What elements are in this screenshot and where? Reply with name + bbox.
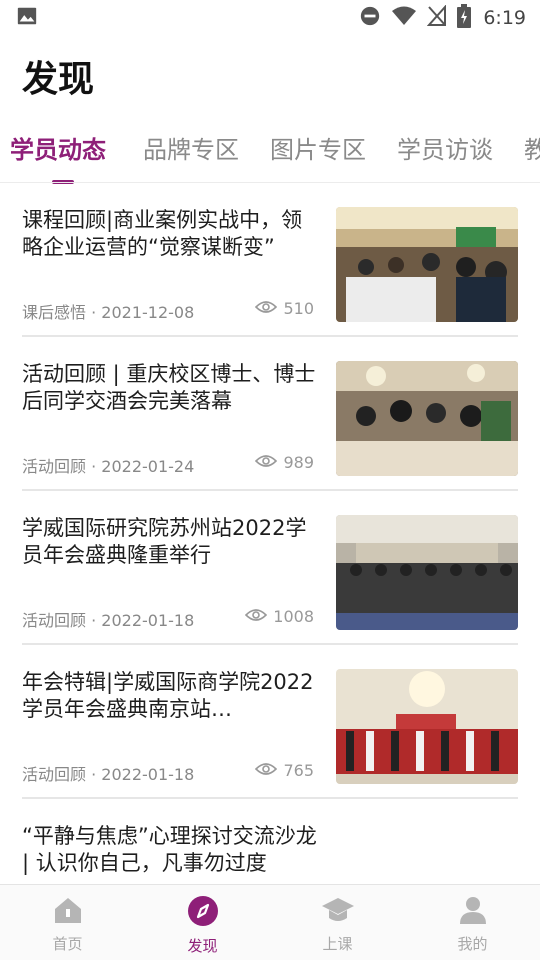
compass-icon — [187, 895, 219, 931]
view-count: 1008 — [273, 607, 314, 626]
article-title: “平静与焦虑”心理探讨交流沙龙 | 认识你自己，凡事勿过度 — [22, 824, 317, 875]
nav-home[interactable]: 首页 — [0, 885, 135, 961]
article-category: 活动回顾 — [22, 457, 87, 476]
eye-icon — [255, 299, 278, 318]
article-thumbnail[interactable] — [336, 515, 518, 630]
graduation-cap-icon — [321, 895, 355, 929]
article-meta: 课后感悟 · 2021-12-08 — [22, 303, 195, 322]
article-thumbnail[interactable] — [336, 669, 518, 784]
article-category: 活动回顾 — [22, 765, 87, 784]
nav-classes[interactable]: 上课 — [270, 885, 405, 961]
battery-charging-icon — [457, 4, 472, 32]
article-meta: 活动回顾 · 2022-01-24 — [22, 457, 195, 476]
category-tabs: 学员动态 品牌专区 图片专区 学员访谈 教 — [0, 122, 540, 182]
article-views: 765 — [255, 761, 314, 780]
article-card[interactable]: 学威国际研究院苏州站2022学员年会盛典隆重举行 活动回顾 · 2022-01-… — [22, 491, 518, 645]
article-meta: 活动回顾 · 2022-01-18 — [22, 611, 195, 630]
page-title: 发现 — [22, 59, 95, 100]
tab-photo-zone[interactable]: 图片专区 — [270, 130, 366, 165]
tab-student-news[interactable]: 学员动态 — [10, 130, 106, 165]
tab-brand-zone[interactable]: 品牌专区 — [143, 130, 239, 165]
status-time: 6:19 — [483, 7, 526, 29]
nav-label: 我的 — [457, 935, 488, 953]
no-signal-icon — [427, 4, 447, 31]
article-date: 2022-01-18 — [101, 611, 195, 630]
home-icon — [53, 895, 83, 929]
wifi-icon — [391, 5, 417, 31]
bottom-navigation: 首页 发现 上课 我的 — [0, 884, 540, 960]
view-count: 510 — [283, 299, 314, 318]
article-date: 2022-01-24 — [101, 457, 195, 476]
nav-discover[interactable]: 发现 — [135, 885, 270, 961]
article-card[interactable]: 课程回顾|商业案例实战中，领略企业运营的“觉察谋断变” 课后感悟 · 2021-… — [22, 183, 518, 337]
eye-icon — [245, 607, 268, 626]
article-title: 课程回顾|商业案例实战中，领略企业运营的“觉察谋断变” — [22, 208, 303, 259]
nav-label: 首页 — [52, 935, 83, 953]
article-title: 年会特辑|学威国际商学院2022学员年会盛典南京站… — [22, 670, 314, 721]
tab-more[interactable]: 教 — [524, 130, 540, 165]
image-notification-icon — [16, 5, 38, 31]
article-title: 学威国际研究院苏州站2022学员年会盛典隆重举行 — [22, 516, 307, 567]
article-category: 课后感悟 — [22, 303, 87, 322]
article-card[interactable]: 活动回顾 | 重庆校区博士、博士后同学交酒会完美落幕 活动回顾 · 2022-0… — [22, 337, 518, 491]
eye-icon — [255, 453, 278, 472]
nav-profile[interactable]: 我的 — [405, 885, 540, 961]
article-views: 510 — [255, 299, 314, 318]
article-thumbnail[interactable] — [336, 361, 518, 476]
person-icon — [458, 895, 488, 929]
article-views: 989 — [255, 453, 314, 472]
article-title: 活动回顾 | 重庆校区博士、博士后同学交酒会完美落幕 — [22, 362, 316, 413]
article-views: 1008 — [245, 607, 314, 626]
status-bar: 6:19 — [0, 0, 540, 36]
article-card[interactable]: 年会特辑|学威国际商学院2022学员年会盛典南京站… 活动回顾 · 2022-0… — [22, 645, 518, 799]
view-count: 765 — [283, 761, 314, 780]
article-category: 活动回顾 — [22, 611, 87, 630]
tab-student-interviews[interactable]: 学员访谈 — [397, 130, 493, 165]
do-not-disturb-icon — [359, 5, 381, 31]
article-date: 2021-12-08 — [101, 303, 195, 322]
view-count: 989 — [283, 453, 314, 472]
article-meta: 活动回顾 · 2022-01-18 — [22, 765, 195, 784]
eye-icon — [255, 761, 278, 780]
article-thumbnail[interactable] — [336, 207, 518, 322]
article-date: 2022-01-18 — [101, 765, 195, 784]
nav-label: 上课 — [322, 935, 353, 953]
nav-label: 发现 — [187, 937, 218, 955]
